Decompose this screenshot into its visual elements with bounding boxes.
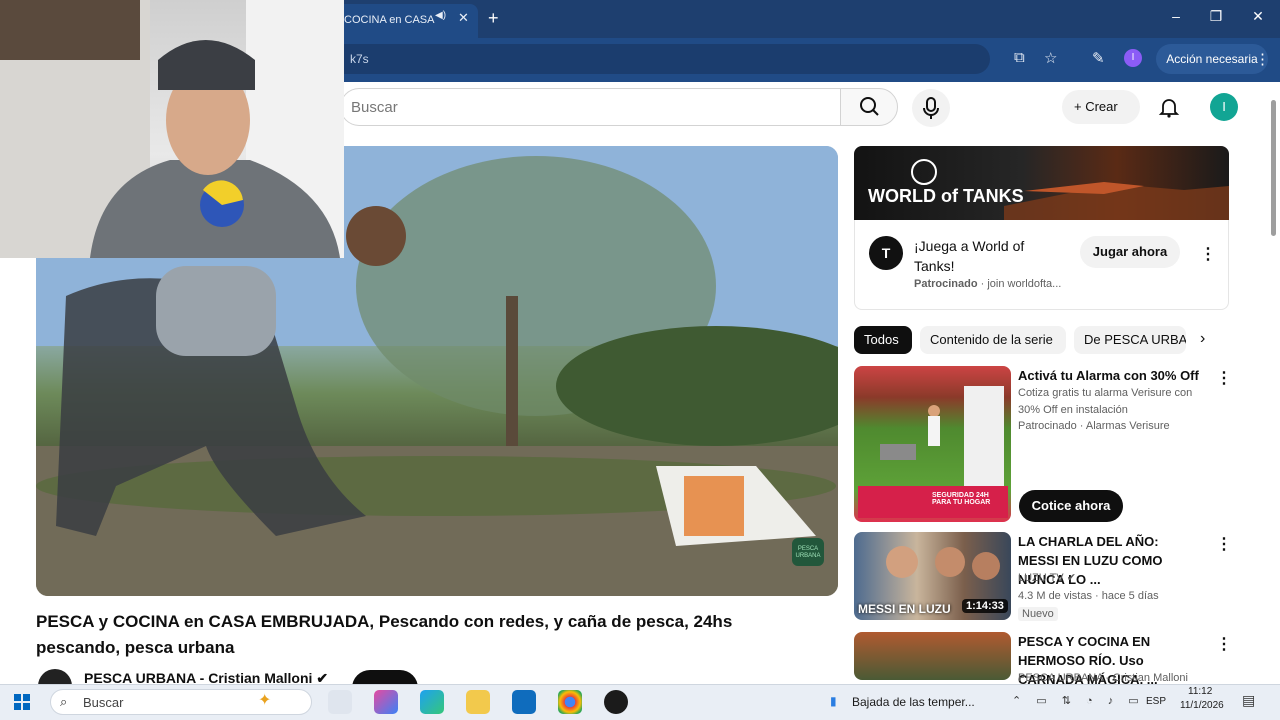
url-text: k7s	[350, 52, 369, 66]
browser-profile-avatar[interactable]: I	[1124, 49, 1142, 67]
channel-name-text: LUZU TV	[1018, 572, 1064, 584]
ad-title[interactable]: ¡Juega a World of Tanks!	[914, 236, 1064, 276]
action-needed-button[interactable]: Acción necesaria	[1156, 44, 1268, 74]
search-icon: ⌕	[60, 694, 68, 709]
voice-search-button[interactable]	[912, 89, 950, 127]
ad-sponsored-source: · join worldofta...	[980, 278, 1062, 290]
tab-audio-icon[interactable]: ◀)	[435, 10, 446, 21]
search-button[interactable]	[840, 88, 898, 126]
channel-watermark[interactable]: PESCA URBANA	[792, 538, 824, 566]
video-thumbnail[interactable]	[854, 632, 1011, 680]
chevron-right-icon[interactable]: ›	[1200, 330, 1205, 348]
search-input[interactable]: Buscar	[340, 88, 840, 126]
copilot-app-icon[interactable]	[374, 690, 398, 714]
browser-menu-icon[interactable]: ⋮	[1255, 50, 1270, 68]
search-icon	[860, 97, 879, 116]
video-title: PESCA y COCINA en CASA EMBRUJADA, Pescan…	[36, 612, 733, 657]
sidebar-item-channel[interactable]: LUZU TV ✔	[1018, 570, 1076, 587]
bookmark-star-icon[interactable]: ☆	[1044, 49, 1057, 67]
new-tab-button[interactable]: +	[488, 8, 499, 29]
account-avatar[interactable]: I	[1210, 93, 1238, 121]
taskbar-search-input[interactable]: Buscar	[50, 689, 312, 715]
file-explorer-icon[interactable]	[466, 690, 490, 714]
weather-widget[interactable]: Bajada de las temper...	[852, 695, 975, 709]
sidebar-item-menu-icon[interactable]: ⋮	[1216, 634, 1232, 654]
sidebar-item-menu-icon[interactable]: ⋮	[1216, 368, 1232, 388]
thumbnail-caption: MESSI EN LUZU	[858, 602, 951, 616]
ad-sponsored-line: Patrocinado · join worldofta...	[914, 278, 1061, 290]
new-badge: Nuevo	[1018, 607, 1058, 621]
ad-sponsored-label: Patrocinado	[914, 278, 978, 290]
notifications-bell-icon[interactable]	[1158, 96, 1180, 123]
install-app-icon[interactable]: ⧉	[1014, 49, 1025, 66]
sidebar-item-title[interactable]: Activá tu Alarma con 30% Off	[1018, 366, 1200, 385]
outlook-app-icon[interactable]	[512, 690, 536, 714]
input-language[interactable]: ESP	[1146, 696, 1166, 707]
plus-icon: +	[1074, 99, 1086, 114]
sidebar-item-description: Cotiza gratis tu alarma Verisure con 30%…	[1018, 387, 1193, 416]
maximize-button[interactable]: ❐	[1196, 8, 1236, 25]
chip-all[interactable]: Todos	[854, 326, 912, 354]
tank-ad-image	[911, 159, 1229, 220]
close-window-button[interactable]: ✕	[1238, 8, 1278, 25]
chip-channel[interactable]: De PESCA URBA	[1074, 326, 1186, 354]
edge-app-icon[interactable]	[420, 690, 444, 714]
webcam-overlay	[0, 0, 344, 258]
ad-banner[interactable]: WORLD of TANKS	[854, 146, 1229, 220]
sidebar-item-meta: 4.3 M de vistas · hace 5 días	[1018, 590, 1159, 602]
ad-logo: T	[869, 236, 903, 270]
sidebar-item-sponsored: Patrocinado · Alarmas Verisure	[1018, 420, 1170, 432]
browser-tab-active[interactable]: COCINA en CASA	[330, 4, 478, 38]
video-duration: 1:14:33	[962, 599, 1008, 613]
microphone-icon	[923, 97, 939, 119]
quote-now-button[interactable]: Cotice ahora	[1019, 490, 1123, 522]
ad-play-now-button[interactable]: Jugar ahora	[1080, 236, 1180, 268]
system-tray-icons[interactable]: ⌃ ▭ ⇅ ◔ ♪ ▭	[1012, 694, 1145, 707]
ad-brand-text: WORLD of TANKS	[868, 186, 1024, 206]
task-view-icon[interactable]	[328, 690, 352, 714]
chrome-app-icon[interactable]	[558, 690, 582, 714]
tab-close-icon[interactable]: ✕	[458, 10, 469, 26]
notifications-icon[interactable]: ▤	[1242, 692, 1255, 709]
page-scrollbar[interactable]	[1271, 100, 1276, 236]
weather-icon: ▮	[830, 694, 837, 708]
verified-icon: ✔	[1066, 572, 1076, 584]
thumbnail-promo-badge: SEGURIDAD 24H PARA TU HOGAR	[858, 486, 1008, 518]
recording-app-icon[interactable]	[604, 690, 628, 714]
sidebar-item-menu-icon[interactable]: ⋮	[1216, 534, 1232, 554]
streamer-webcam-image	[0, 0, 344, 258]
create-button[interactable]: + Crear	[1062, 90, 1140, 124]
create-label: Crear	[1085, 99, 1118, 114]
chip-series[interactable]: Contenido de la serie	[920, 326, 1066, 354]
tab-title: COCINA en CASA	[344, 14, 435, 26]
ad-menu-icon[interactable]: ⋮	[1200, 244, 1216, 264]
minimize-button[interactable]: –	[1156, 8, 1196, 24]
clock-time[interactable]: 11:12	[1188, 686, 1212, 697]
address-bar[interactable]: k7s	[330, 44, 990, 74]
copilot-sparkle-icon[interactable]: ✦	[258, 690, 271, 710]
clock-date[interactable]: 11/1/2026	[1180, 700, 1224, 711]
windows-start-icon[interactable]	[14, 694, 30, 715]
extensions-icon[interactable]: ✎	[1092, 49, 1105, 67]
